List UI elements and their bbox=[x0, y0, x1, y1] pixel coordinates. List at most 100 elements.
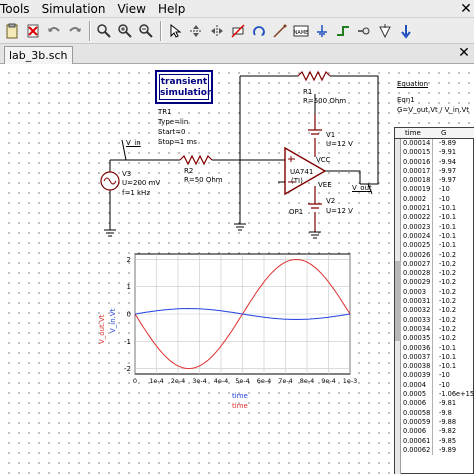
cell-g: -9.81 bbox=[439, 399, 457, 408]
cell-g: -10 bbox=[439, 380, 450, 389]
equation-title: Equation bbox=[397, 80, 429, 88]
cell-time: 0.00019 bbox=[403, 185, 433, 195]
vout-label[interactable]: V_out bbox=[352, 184, 372, 192]
v2-value: U=12 V bbox=[326, 207, 353, 215]
x-tick-label: 9e-4 bbox=[321, 377, 336, 385]
cell-time: 0.00018 bbox=[403, 176, 433, 186]
table-row: 0.00026 -10.2 bbox=[395, 250, 474, 260]
cell-time: 0.00023 bbox=[403, 222, 433, 232]
zoom-out-icon[interactable] bbox=[136, 21, 155, 41]
cell-g: -10.2 bbox=[439, 324, 457, 333]
cell-g: -10.2 bbox=[439, 259, 457, 268]
x-axis-label-2: time bbox=[232, 402, 248, 410]
cell-g: -10.1 bbox=[439, 343, 457, 352]
x-tick-label: 7e-4 bbox=[278, 377, 293, 385]
table-row: 0.00058 -9.8 bbox=[395, 408, 474, 418]
menu-simulation[interactable]: Simulation bbox=[36, 2, 112, 16]
wire-label-icon[interactable] bbox=[354, 21, 373, 41]
cell-time: 0.00031 bbox=[403, 297, 433, 307]
table-row: 0.00035 -10.2 bbox=[395, 334, 474, 344]
paste-icon[interactable] bbox=[2, 21, 21, 41]
table-row: 0.00036 -10.1 bbox=[395, 343, 474, 353]
x-tick-label: 6e-4 bbox=[257, 377, 272, 385]
equation-expression[interactable]: G=V_out.Vt / V_in.Vt bbox=[397, 106, 469, 114]
deactivate-icon[interactable] bbox=[228, 21, 247, 41]
table-row: 0.00025 -10.1 bbox=[395, 241, 474, 251]
table-row: 0.00038 -10.1 bbox=[395, 362, 474, 372]
menu-help[interactable]: Help bbox=[152, 2, 191, 16]
cell-time: 0.00027 bbox=[403, 259, 433, 270]
cell-time: 0.00037 bbox=[403, 352, 433, 363]
insert-equation-icon[interactable] bbox=[270, 21, 289, 41]
cell-time: 0.0004 bbox=[403, 380, 433, 391]
cell-g: -9.97 bbox=[439, 166, 457, 175]
title-line1: transient bbox=[160, 77, 208, 87]
redo-icon[interactable] bbox=[65, 21, 84, 41]
mirror-x-icon[interactable] bbox=[186, 21, 205, 41]
close-icon[interactable]: ✕ bbox=[458, 0, 474, 18]
undo-icon[interactable] bbox=[44, 21, 63, 41]
close-tab-icon[interactable]: ✕ bbox=[456, 45, 472, 62]
toolbar-separator bbox=[160, 20, 162, 41]
menu-view[interactable]: View bbox=[111, 2, 151, 16]
table-row: 0.00015 -9.91 bbox=[395, 148, 474, 158]
title-line2: simulation bbox=[160, 88, 214, 98]
x-tick-label: 8e-4 bbox=[300, 377, 315, 385]
table-row: 0.00023 -10.1 bbox=[395, 222, 474, 232]
select-icon[interactable] bbox=[165, 21, 184, 41]
table-row: 0.00021 -10.1 bbox=[395, 204, 474, 214]
zoom-in-icon[interactable] bbox=[115, 21, 134, 41]
menu-tools[interactable]: Tools bbox=[0, 2, 36, 16]
cell-time: 0.0003 bbox=[403, 287, 433, 298]
toolbar: NAME bbox=[0, 18, 474, 44]
cell-g: -10.1 bbox=[439, 222, 457, 231]
table-row: 0.00019 -10 bbox=[395, 185, 474, 195]
zoom-fit-icon[interactable] bbox=[94, 21, 113, 41]
table-row: 0.00059 -9.88 bbox=[395, 417, 474, 428]
x-tick-label: 5e-4 bbox=[235, 377, 250, 385]
transient-plot: 2 1 0 -1 -2 0 1e-4 2e-4 3e-4 4e-4 5e-4 6e-4 7e-4 8e-… bbox=[124, 253, 357, 385]
resistor-r1 bbox=[297, 70, 331, 82]
cell-time: 0.00022 bbox=[403, 213, 433, 223]
cell-g: -10.2 bbox=[439, 269, 457, 278]
cell-g: -9.88 bbox=[439, 417, 457, 426]
table-row: 0.00018 -9.97 bbox=[395, 176, 474, 186]
r2-name: R2 bbox=[184, 167, 194, 175]
cell-time: 0.0002 bbox=[403, 194, 433, 205]
vin-label[interactable]: V_in bbox=[126, 139, 141, 147]
rotate-icon[interactable] bbox=[249, 21, 268, 41]
mirror-y-icon[interactable] bbox=[207, 21, 226, 41]
cell-g: -10.1 bbox=[439, 231, 457, 240]
transient-simulation-box[interactable]: transient simulation bbox=[155, 70, 213, 104]
x-tick-label: 2e-4 bbox=[171, 377, 186, 385]
x-tick-label: 4e-4 bbox=[214, 377, 229, 385]
opamp-sub: (TI) bbox=[291, 177, 303, 185]
tr1-stop: Stop=1 ms bbox=[158, 138, 197, 146]
cell-g: -10 bbox=[439, 185, 450, 194]
port-icon[interactable] bbox=[312, 21, 331, 41]
cell-time: 0.0006 bbox=[403, 399, 433, 409]
cell-g: -10.1 bbox=[439, 352, 457, 361]
table-row: 0.00034 -10.2 bbox=[395, 324, 474, 335]
table-row: 0.00027 -10.2 bbox=[395, 259, 474, 270]
menu-bar: Tools Simulation View Help ✕ bbox=[0, 0, 474, 18]
cell-g: -9.97 bbox=[439, 176, 457, 185]
vee-label: VEE bbox=[318, 181, 332, 189]
table-row: 0.0003 -10.2 bbox=[395, 287, 474, 298]
wire-icon[interactable] bbox=[333, 21, 352, 41]
cell-g: -10.2 bbox=[439, 278, 457, 287]
results-table[interactable]: time G 0.00014 -9.89 0.00015 -9.91 0.00016 -9… bbox=[394, 127, 474, 474]
delete-icon[interactable] bbox=[23, 21, 42, 41]
r1-name: R1 bbox=[303, 88, 313, 96]
schematic-canvas[interactable]: 2 1 0 -1 -2 0 1e-4 2e-4 3e-4 4e-4 5e-4 6e-4 7e-4 8e-… bbox=[0, 64, 474, 474]
cell-time: 0.00021 bbox=[403, 204, 433, 214]
simulate-icon[interactable] bbox=[375, 21, 394, 41]
table-row: 0.00039 -10 bbox=[395, 371, 474, 381]
marker-icon[interactable] bbox=[396, 21, 415, 41]
cell-g: -9.85 bbox=[439, 436, 457, 445]
ground-icon[interactable]: NAME bbox=[291, 21, 310, 41]
tab-lab-3b[interactable]: lab_3b.sch bbox=[4, 46, 73, 64]
tr1-type: Type=lin bbox=[158, 118, 189, 126]
table-row: 0.00037 -10.1 bbox=[395, 352, 474, 363]
table-row: 0.0006 -9.81 bbox=[395, 399, 474, 409]
